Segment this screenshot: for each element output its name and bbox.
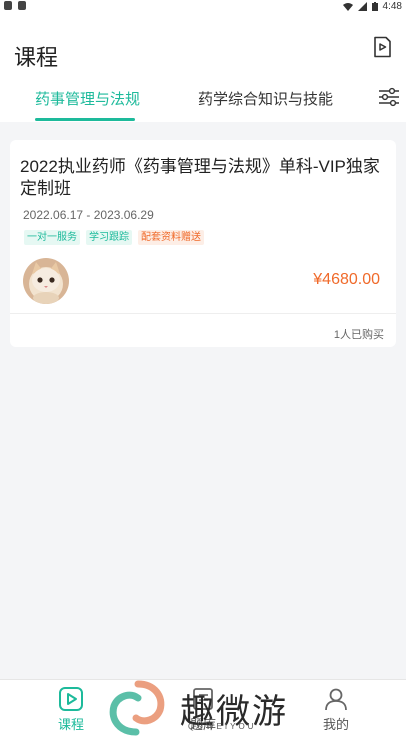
tag-materials-gift: 配套资料赠送	[138, 230, 204, 245]
course-price: ¥4680.00	[313, 271, 380, 288]
course-date-range: 2022.06.17 - 2023.06.29	[23, 208, 154, 222]
active-tab-indicator	[35, 118, 135, 121]
status-left-icons	[4, 1, 26, 10]
page-title: 课程	[14, 45, 59, 70]
tag-one-on-one: 一对一服务	[24, 230, 80, 245]
notification-icon	[4, 1, 12, 10]
teacher-avatar	[23, 258, 69, 304]
wifi-icon	[342, 3, 353, 11]
buyer-count: 1人已购买	[333, 329, 384, 341]
play-square-icon	[59, 687, 83, 711]
nav-courses-label: 课程	[57, 717, 84, 732]
course-card[interactable]: 2022执业药师《药事管理与法规》单科-VIP独家定制班 2022.06.17 …	[10, 140, 396, 347]
tab-pharmacy-law[interactable]: 药事管理与法规	[35, 88, 140, 109]
tag-study-tracking: 学习跟踪	[86, 230, 132, 245]
signal-icon	[357, 2, 367, 11]
course-title: 2022执业药师《药事管理与法规》单科-VIP独家定制班	[20, 157, 380, 198]
status-bar: 4:48	[0, 0, 406, 14]
nav-mine[interactable]: 我的	[306, 686, 366, 733]
course-tags: 一对一服务 学习跟踪 配套资料赠送	[24, 230, 204, 245]
kitten-avatar-image	[23, 258, 69, 304]
nav-courses[interactable]: 课程	[41, 686, 101, 733]
battery-icon	[371, 2, 378, 11]
nav-mine-label: 我的	[322, 717, 349, 732]
filter-sliders-icon[interactable]	[378, 86, 400, 108]
person-icon	[325, 688, 347, 711]
status-right: 4:48	[342, 1, 402, 12]
tab-pharmacy-knowledge[interactable]: 药学综合知识与技能	[198, 88, 333, 109]
header: 课程 药事管理与法规 药学综合知识与技能	[0, 14, 406, 122]
notification-icon	[18, 1, 26, 10]
nav-question-bank-label: 题库	[189, 717, 216, 732]
play-video-icon[interactable]	[372, 36, 392, 58]
bottom-nav: 课程 题库 我的	[0, 679, 406, 737]
status-time: 4:48	[382, 1, 402, 12]
subject-tabs: 药事管理与法规 药学综合知识与技能	[0, 84, 406, 122]
nav-question-bank[interactable]: 题库	[173, 686, 233, 733]
book-icon	[193, 688, 213, 710]
card-divider	[10, 313, 396, 314]
